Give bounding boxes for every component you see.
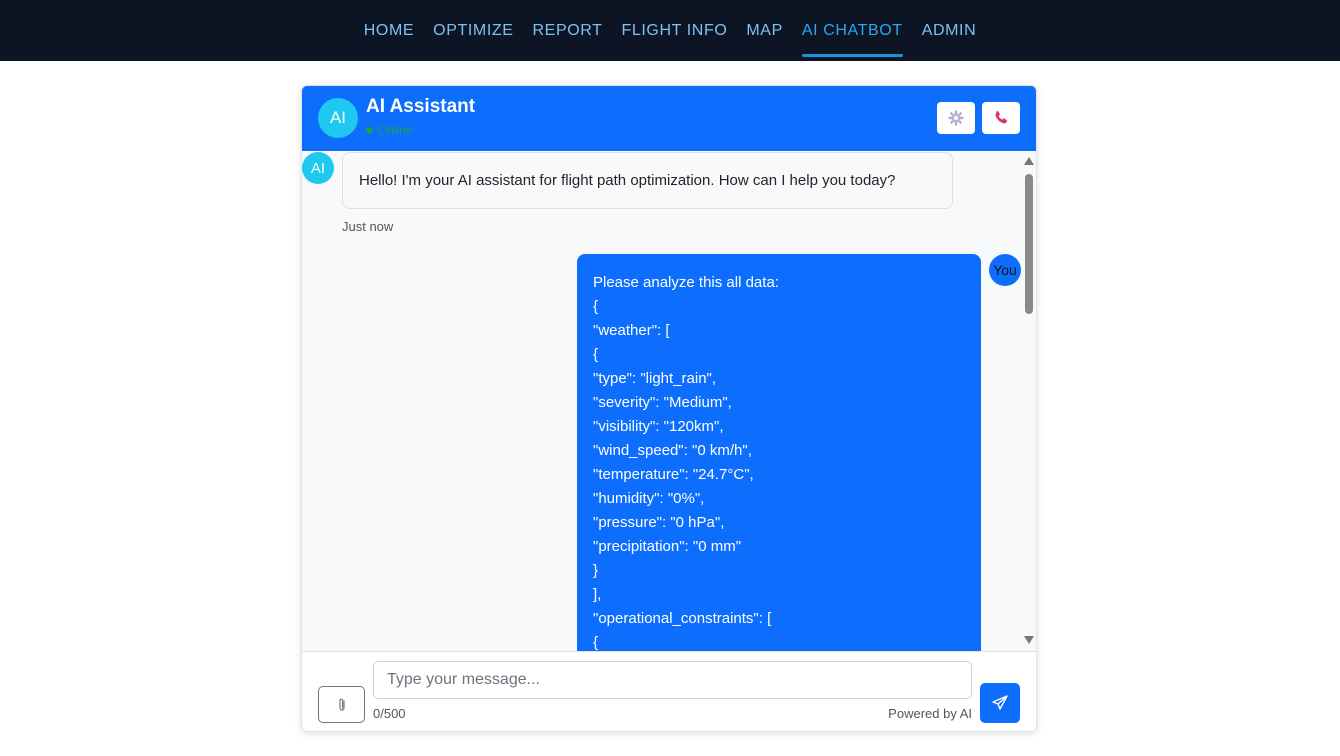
nav-admin[interactable]: ADMIN bbox=[922, 16, 977, 46]
user-message-line: "severity": "Medium", bbox=[593, 394, 732, 411]
user-message-line: "operational_constraints": [ bbox=[593, 610, 772, 627]
user-avatar: You bbox=[989, 254, 1021, 286]
settings-button[interactable] bbox=[937, 102, 975, 134]
user-message-line: "wind_speed": "0 km/h", bbox=[593, 442, 752, 459]
call-button[interactable] bbox=[982, 102, 1020, 134]
status-indicator: Online bbox=[366, 123, 413, 137]
user-message-line: "temperature": "24.7°C", bbox=[593, 466, 754, 483]
user-message-line: { bbox=[593, 346, 599, 363]
messages-area[interactable]: AI Hello! I'm your AI assistant for flig… bbox=[302, 151, 1036, 651]
ai-message-bubble: Hello! I'm your AI assistant for flight … bbox=[342, 152, 953, 209]
chat-input-area: 0/500 Powered by AI bbox=[302, 651, 1036, 731]
user-message-line: { bbox=[593, 298, 599, 315]
online-dot-icon bbox=[366, 127, 373, 135]
nav-flight-info[interactable]: FLIGHT INFO bbox=[622, 16, 728, 46]
user-message-line: "type": "light_rain", bbox=[593, 370, 717, 387]
top-navbar: HOME OPTIMIZE REPORT FLIGHT INFO MAP AI … bbox=[0, 0, 1340, 61]
powered-by-label: Powered by AI bbox=[888, 706, 972, 721]
assistant-avatar: AI bbox=[318, 98, 358, 138]
user-message-line: } bbox=[593, 562, 599, 579]
user-message-line: { bbox=[593, 634, 599, 651]
nav-map[interactable]: MAP bbox=[746, 16, 782, 46]
send-icon bbox=[992, 695, 1008, 710]
user-message-line: "pressure": "0 hPa", bbox=[593, 514, 725, 531]
user-message-line: "visibility": "120km", bbox=[593, 418, 724, 435]
message-timestamp: Just now bbox=[342, 219, 394, 234]
status-text: Online bbox=[378, 123, 413, 137]
nav-report[interactable]: REPORT bbox=[533, 16, 603, 46]
user-message-line: "humidity": "0%", bbox=[593, 490, 705, 507]
nav-ai-chatbot[interactable]: AI CHATBOT bbox=[801, 16, 903, 57]
user-message-line: Please analyze this all data: bbox=[593, 274, 779, 291]
messages-scrollbar[interactable] bbox=[1022, 151, 1036, 651]
chat-title: AI Assistant bbox=[366, 96, 476, 117]
chat-card: AI AI Assistant Online AI Hello! I'm you… bbox=[301, 85, 1037, 732]
user-message-bubble: Please analyze this all data: { "weather… bbox=[577, 254, 981, 651]
user-message-line: ], bbox=[593, 586, 602, 603]
nav-optimize[interactable]: OPTIMIZE bbox=[433, 16, 513, 46]
send-button[interactable] bbox=[980, 683, 1020, 723]
character-counter: 0/500 bbox=[373, 706, 406, 721]
scroll-thumb[interactable] bbox=[1025, 174, 1033, 314]
nav-home[interactable]: HOME bbox=[364, 16, 414, 46]
ai-message-avatar: AI bbox=[302, 152, 334, 184]
main-nav: HOME OPTIMIZE REPORT FLIGHT INFO MAP AI … bbox=[0, 0, 1340, 61]
scroll-up-arrow-icon[interactable] bbox=[1024, 157, 1034, 165]
attach-button[interactable] bbox=[318, 686, 365, 723]
paperclip-icon bbox=[338, 698, 345, 711]
phone-icon bbox=[995, 110, 1008, 124]
message-input[interactable] bbox=[373, 661, 972, 699]
scroll-down-arrow-icon[interactable] bbox=[1024, 636, 1034, 644]
chat-header: AI AI Assistant Online bbox=[302, 86, 1036, 151]
user-message-line: "precipitation": "0 mm" bbox=[593, 538, 742, 555]
user-message-line: "weather": [ bbox=[593, 322, 670, 339]
gear-icon bbox=[948, 110, 964, 126]
